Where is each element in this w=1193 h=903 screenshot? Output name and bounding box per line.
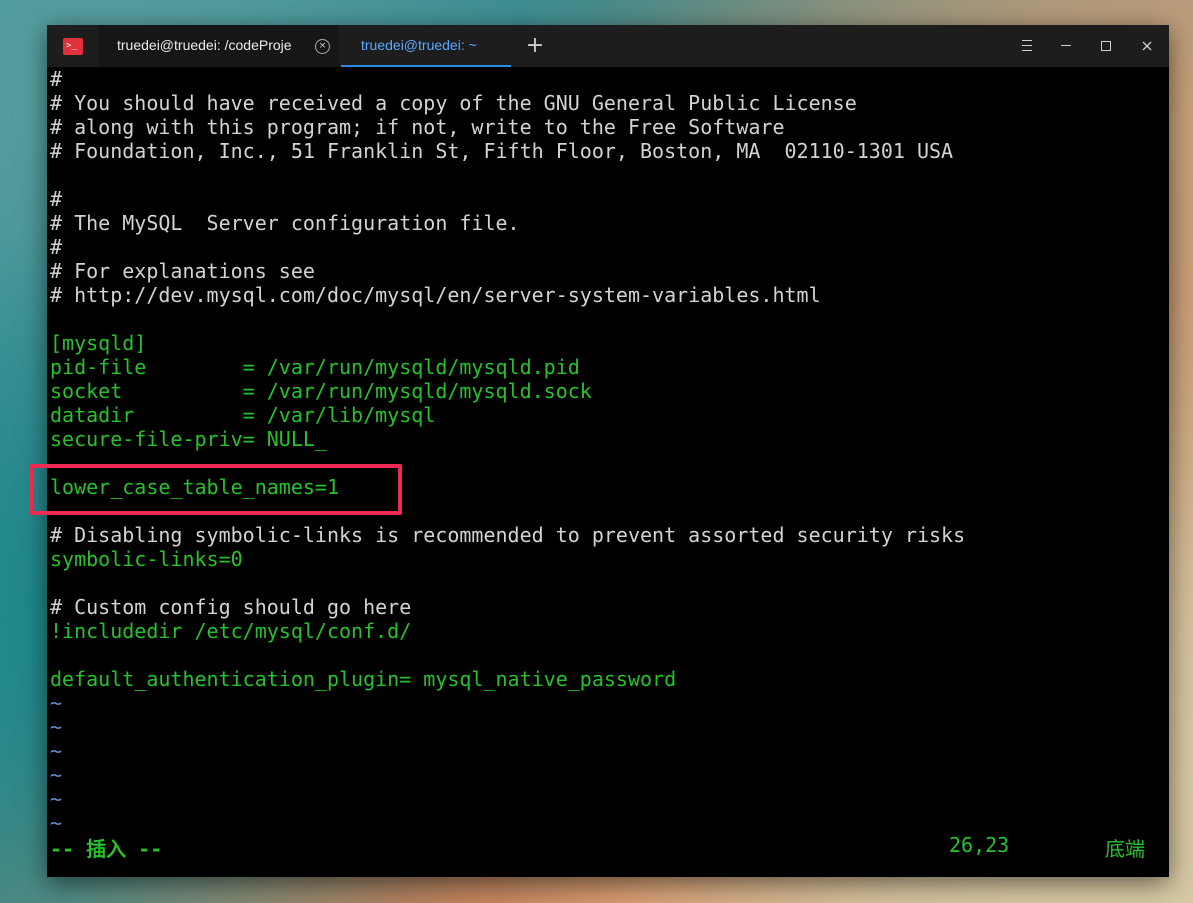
empty-line-marker: ~ — [50, 763, 63, 787]
editor-line: # For explanations see — [50, 259, 315, 283]
editor-line: # Disabling symbolic-links is recommende… — [50, 523, 966, 547]
editor-line: secure-file-priv= NULL_ — [50, 427, 327, 451]
tab-codeproject[interactable]: truedei@truedei: /codeProje × — [99, 25, 339, 67]
editor-line: symbolic-links=0 — [50, 547, 243, 571]
editor-line: # Custom config should go here — [50, 595, 412, 619]
menu-button[interactable] — [1015, 35, 1039, 57]
close-tab-icon[interactable]: × — [315, 39, 330, 54]
tab-label: truedei@truedei: /codeProje — [117, 37, 292, 53]
empty-line-marker: ~ — [50, 715, 63, 739]
empty-line-marker: ~ — [50, 739, 63, 763]
empty-line-marker: ~ — [50, 691, 63, 715]
editor-line: # — [50, 235, 63, 259]
editor-line: [mysqld] — [50, 331, 147, 355]
vim-editor[interactable]: # # You should have received a copy of t… — [50, 67, 1160, 835]
editor-line: pid-file = /var/run/mysqld/mysqld.pid — [50, 355, 580, 379]
editor-line: default_authentication_plugin= mysql_nat… — [50, 667, 677, 691]
cursor-position: 26,23 — [949, 833, 1010, 857]
maximize-button[interactable] — [1094, 35, 1118, 57]
new-tab-button[interactable]: + — [517, 33, 553, 59]
empty-line-marker: ~ — [50, 787, 63, 811]
editor-line: # Foundation, Inc., 51 Franklin St, Fift… — [50, 139, 954, 163]
editor-line: socket = /var/run/mysqld/mysqld.sock — [50, 379, 592, 403]
terminal-window: >_ truedei@truedei: /codeProje × truedei… — [47, 25, 1169, 877]
editor-line: # You should have received a copy of the… — [50, 91, 857, 115]
terminal-app-icon: >_ — [63, 38, 83, 55]
vim-mode-indicator: -- 插入 -- — [50, 837, 163, 861]
empty-line-marker: ~ — [50, 811, 63, 835]
scroll-position: 底端 — [1105, 837, 1145, 861]
highlight-annotation-box — [29, 464, 402, 515]
editor-line: # — [50, 187, 63, 211]
tab-label: truedei@truedei: ~ — [361, 37, 477, 53]
close-window-button[interactable] — [1135, 35, 1159, 57]
editor-line: datadir = /var/lib/mysql — [50, 403, 436, 427]
tab-home[interactable]: truedei@truedei: ~ — [341, 25, 511, 67]
minimize-icon — [1061, 45, 1071, 46]
hamburger-icon — [1022, 40, 1032, 51]
title-bar: >_ truedei@truedei: /codeProje × truedei… — [47, 25, 1169, 67]
minimize-button[interactable] — [1054, 35, 1078, 57]
editor-line: # — [50, 67, 63, 91]
editor-line: # The MySQL Server configuration file. — [50, 211, 520, 235]
close-icon — [1142, 41, 1152, 51]
editor-line: # http://dev.mysql.com/doc/mysql/en/serv… — [50, 283, 821, 307]
editor-line: # along with this program; if not, write… — [50, 115, 785, 139]
editor-line: !includedir /etc/mysql/conf.d/ — [50, 619, 412, 643]
maximize-icon — [1101, 41, 1111, 51]
